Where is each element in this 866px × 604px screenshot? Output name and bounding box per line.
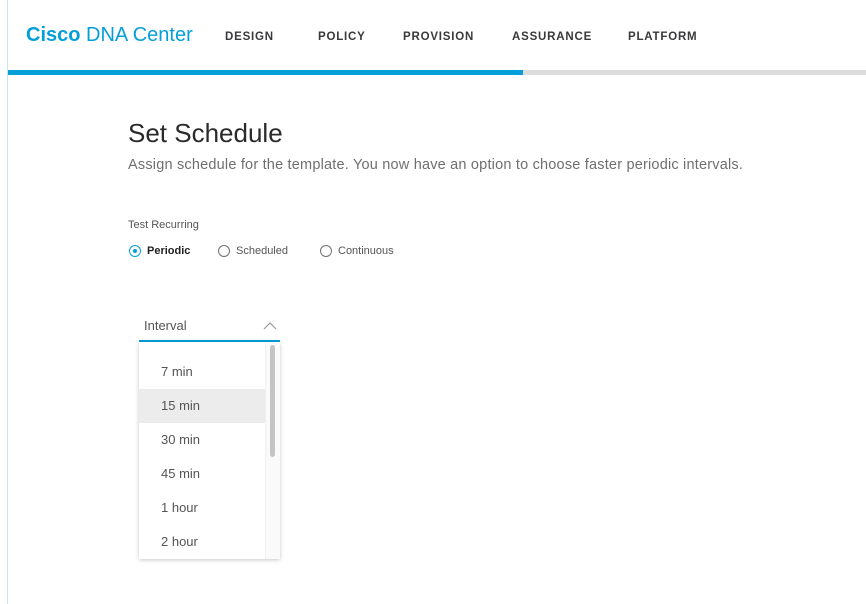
logo-brand: Cisco [26,24,81,46]
radio-scheduled-circle[interactable] [218,245,230,257]
page-subtitle: Assign schedule for the template. You no… [128,157,744,173]
workflow-progress-bar [8,70,866,75]
interval-select-label: Interval [144,318,187,333]
radio-periodic-label[interactable]: Periodic [147,245,190,257]
radio-periodic[interactable]: Periodic [129,245,190,257]
interval-option-2-hour[interactable]: 2 hour [139,525,265,559]
interval-option-30-min[interactable]: 30 min [139,423,265,457]
radio-continuous[interactable]: Continuous [320,245,394,257]
radio-continuous-circle[interactable] [320,245,332,257]
app-logo[interactable]: Cisco DNA Center [26,24,193,47]
page-title: Set Schedule [128,118,283,148]
chevron-up-icon[interactable] [263,322,277,330]
radio-scheduled-label[interactable]: Scheduled [236,245,288,257]
radio-selected-dot [133,249,137,253]
workflow-progress-fill [8,70,523,75]
interval-option-1-hour[interactable]: 1 hour [139,491,265,525]
nav-assurance[interactable]: ASSURANCE [512,31,592,43]
dropdown-scrollbar[interactable] [265,342,280,559]
interval-option-7-min[interactable]: 7 min [139,355,265,389]
radio-continuous-label[interactable]: Continuous [338,245,394,257]
nav-policy[interactable]: POLICY [318,31,366,43]
top-header: Cisco DNA Center DESIGN POLICY PROVISION… [8,0,866,70]
interval-option-45-min[interactable]: 45 min [139,457,265,491]
nav-provision[interactable]: PROVISION [403,31,474,43]
logo-product: DNA Center [80,24,193,46]
interval-option-15-min[interactable]: 15 min [139,389,265,423]
radio-periodic-circle[interactable] [129,245,141,257]
window-left-border [7,0,8,604]
interval-select[interactable]: Interval [139,314,280,342]
nav-design[interactable]: DESIGN [225,31,274,43]
radio-scheduled[interactable]: Scheduled [218,245,288,257]
nav-platform[interactable]: PLATFORM [628,31,697,43]
test-recurring-label: Test Recurring [128,219,199,231]
dropdown-scroll-thumb[interactable] [270,345,275,457]
interval-dropdown-menu: 7 min 15 min 30 min 45 min 1 hour 2 hour [139,342,280,559]
